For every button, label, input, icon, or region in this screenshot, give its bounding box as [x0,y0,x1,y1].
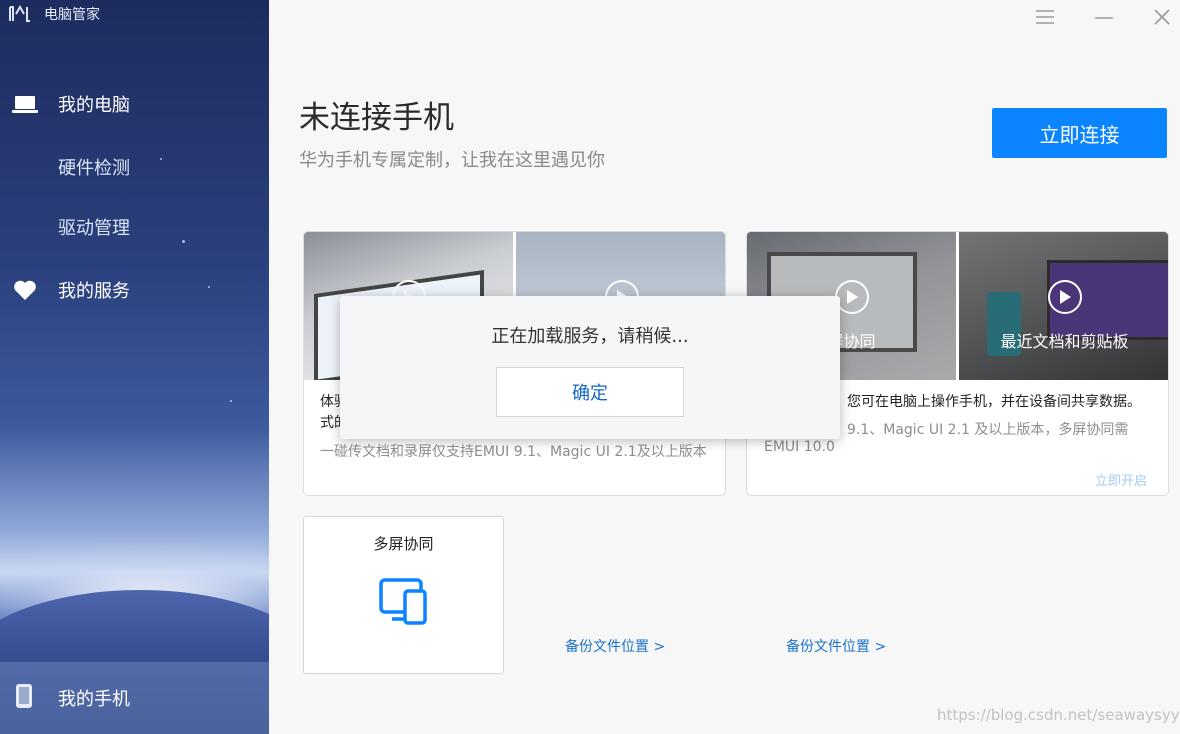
dialog-message: 正在加载服务，请稍候... [491,326,689,347]
loading-dialog: 正在加载服务，请稍候... 确定 [340,296,840,439]
sidebar-item-my-phone[interactable]: 我的手机 [0,662,269,734]
backup-location-link[interactable]: 备份文件位置 > [786,636,886,656]
sidebar-item-label: 我的手机 [58,689,130,710]
star-decoration [230,400,232,402]
multi-device-icon [378,577,430,629]
video-thumbnail[interactable]: 最近文档和剪贴板 [959,232,1168,380]
sidebar-item-label: 硬件检测 [58,158,130,179]
app-title: 电脑管家 [44,7,100,23]
page-subtitle: 华为手机专属定制，让我在这里遇见你 [299,150,605,171]
multi-screen-title: 多屏协同 [373,535,434,553]
app-logo-icon [8,4,34,24]
backup-location-link[interactable]: 备份文件位置 > [565,636,665,656]
page-title: 未连接手机 [299,100,454,136]
confirm-button[interactable]: 确定 [496,367,684,417]
sidebar: 电脑管家 我的电脑 硬件检测 驱动管理 我的服务 我的手机 [0,0,269,734]
sidebar-item-my-computer[interactable]: 我的电脑 [0,82,269,126]
card-note: 一碰传文档和录屏仅支持EMUI 9.1、Magic UI 2.1及以上版本 [320,444,707,460]
sidebar-item-label: 驱动管理 [58,218,130,239]
sidebar-item-my-services[interactable]: 我的服务 [0,268,269,312]
video-caption: 最近文档和剪贴板 [1000,332,1129,351]
laptop-icon [12,91,38,117]
phone-icon [14,683,34,714]
play-icon[interactable] [1047,280,1082,314]
watermark: https://blog.csdn.net/seawaysyyy [937,706,1180,724]
sidebar-item-label: 我的电脑 [58,95,130,116]
connect-now-button[interactable]: 立即连接 [992,108,1167,158]
sidebar-item-driver-management[interactable]: 驱动管理 [0,205,269,249]
app-header: 电脑管家 [8,4,100,24]
enable-now-link[interactable]: 立即开启 [1095,470,1147,489]
card-note: EMUI 10.0 [764,439,835,455]
multi-screen-card[interactable]: 多屏协同 [303,516,504,674]
sidebar-item-label: 我的服务 [58,281,130,302]
sidebar-item-hardware-check[interactable]: 硬件检测 [0,145,269,189]
card-description: 您可在电脑上操作手机，并在设备间共享数据。 [847,394,1141,410]
card-note: 9.1、Magic UI 2.1 及以上版本，多屏协同需 [847,422,1129,438]
heart-icon [12,277,38,303]
